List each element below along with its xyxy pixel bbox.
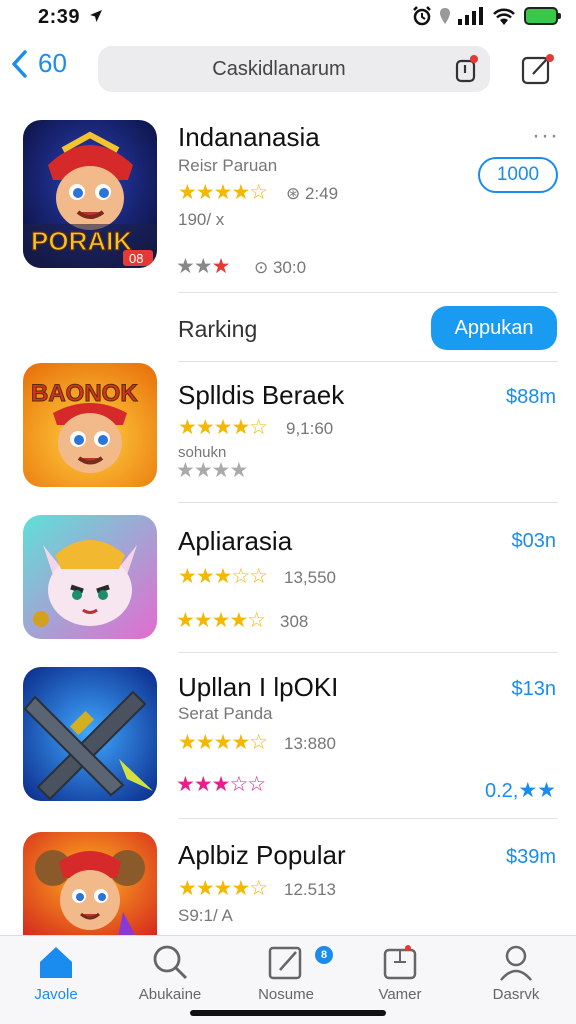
alarm-icon [413,6,431,26]
wifi-icon [493,8,515,25]
app-3-price[interactable]: $13n [470,678,557,701]
tab-games-label: Vamer [378,986,422,1003]
app-3-extra: 0.2,★★ [460,778,556,803]
app-1-art-text: BAONOK [31,380,138,407]
app-3-extra-stars: ★★ [518,779,556,802]
app-3-art [23,667,157,801]
app-1-art: BAONOK [23,363,157,487]
app-icon-1[interactable]: BAONOK [23,363,157,487]
signal-icon [458,7,483,25]
app-4-title[interactable]: Aplbiz Popular [178,840,346,871]
divider [178,502,558,503]
clock-icon: ⊙ [254,258,273,277]
app-2-sub-count: 308 [280,612,309,631]
status-icons [412,6,561,26]
app-1-title[interactable]: Splldis Beraek [178,380,344,411]
featured-art-badge: 08 [129,251,143,266]
app-1-price[interactable]: $88m [470,386,556,409]
app-2-price[interactable]: $03n [470,530,557,553]
app-4-rating-count: 12.513 [284,880,336,899]
more-options-button[interactable]: ··· [532,122,559,150]
featured-app-title[interactable]: Indananasia [178,122,320,153]
tab-home[interactable]: Javole [6,942,106,1012]
search-input[interactable] [98,46,490,92]
featured-art-text: PORAIK [31,226,132,256]
app-3-title[interactable]: Upllan I lpOKI [178,672,338,703]
status-bar: 2:39 [0,0,576,36]
app-4-price[interactable]: $39m [470,846,556,869]
app-1-rating-count: 9,1:60 [286,419,334,438]
back-button[interactable]: 60 [10,48,67,79]
featured-small-count: ⊙ 30:0 [254,258,306,278]
app-3-rating-count: 13:880 [284,734,336,753]
featured-rating-count: ⊛ 2:49 [286,184,338,204]
featured-app-icon[interactable]: PORAIK 08 [23,120,157,268]
notification-dot [470,55,478,63]
app-2-title[interactable]: Apliarasia [178,526,292,557]
divider [178,361,558,362]
app-2-mini-stars: ★★★★☆ [176,609,266,632]
app-2-art [23,515,157,639]
app-4-rating-stars: ★★★★☆ [178,877,268,900]
tab-search[interactable]: Abukaine [120,942,220,1012]
featured-get-button[interactable]: 1000 [478,157,558,193]
rating-icon: ⊛ [286,184,305,203]
nav-bar: 60 [0,40,576,100]
tab-notes-label: Nosume [258,986,314,1003]
back-label: 60 [38,48,67,78]
home-icon [40,947,72,978]
notes-icon [268,946,302,980]
compose-button[interactable] [520,52,554,86]
search-field[interactable] [98,46,490,92]
home-indicator[interactable] [190,1010,386,1016]
app-3-extra-value: 0.2, [484,780,519,802]
battery-icon [524,7,561,25]
app-icon-2[interactable] [23,515,157,639]
app-4-art [23,832,157,942]
app-3-mini-stars: ★★★☆☆ [176,773,266,796]
location-arrow-icon [90,10,102,22]
app-icon-3[interactable] [23,667,157,801]
featured-size: 190/ x [178,210,225,229]
app-4-sub: S9:1/ A [178,906,233,925]
featured-small-count-value: 30:0 [272,258,307,277]
divider [178,652,558,653]
chevron-left-icon [12,49,27,78]
app-1-rating-stars: ★★★★☆ [178,416,268,439]
tab-home-label: Javole [34,986,78,1003]
tab-profile-label: Dasrvk [492,986,540,1003]
games-icon [383,945,417,980]
search-icon [153,945,188,980]
ranking-label: Rarking [178,316,258,342]
featured-rating-count-value: 2:49 [304,184,339,203]
divider [178,818,558,819]
featured-app-art: PORAIK 08 [23,120,157,268]
tab-search-label: Abukaine [138,986,202,1003]
app-3-subtitle: Serat Panda [178,704,273,723]
app-3-rating-stars: ★★★★☆ [178,731,268,754]
profile-icon [500,945,532,981]
tab-games[interactable]: Vamer [350,942,450,1012]
tab-profile[interactable]: Dasrvk [466,942,566,1012]
tab-bar: Javole Abukaine Nosume 8 Vamer Dasrvk [0,935,576,1024]
location-icon [440,8,450,24]
tab-notes-badge: 8 [315,946,333,964]
app-icon-4[interactable] [23,832,157,942]
featured-mini-stars: ★★★ [176,255,230,278]
featured-app-subtitle: Reisr Paruan [178,156,278,175]
notification-dot [546,54,554,62]
divider [178,292,558,293]
app-2-rating-stars: ★★★☆☆ [178,565,268,588]
featured-rating-stars: ★★★★☆ [178,181,268,204]
app-1-mini-stars: ★★★★ [176,459,248,482]
ranking-action-button[interactable]: Appukan [431,306,557,350]
share-icon-wrap[interactable] [452,55,480,83]
app-2-rating-count: 13,550 [284,568,336,587]
status-time: 2:39 [38,6,81,28]
